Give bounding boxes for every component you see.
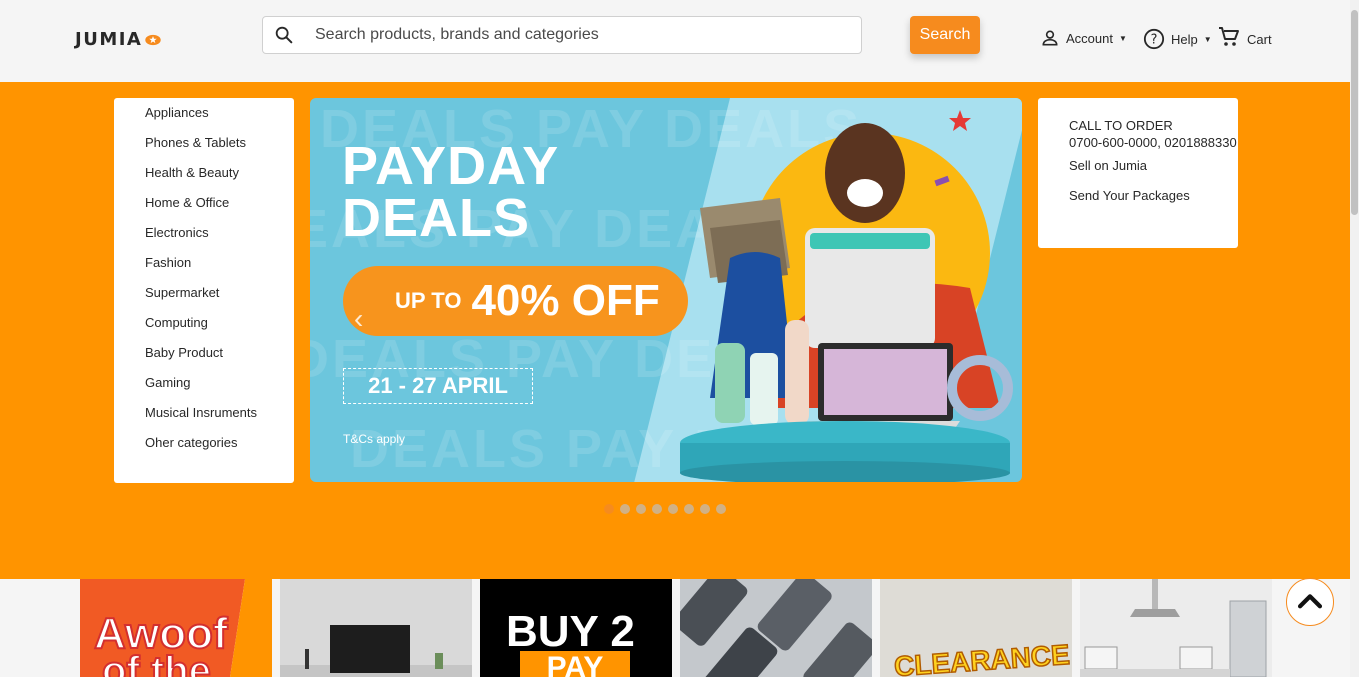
hero-section: Appliances Phones & Tablets Health & Bea… — [0, 82, 1350, 579]
chevron-up-icon — [1297, 594, 1323, 609]
send-packages-link[interactable]: Send Your Packages — [1069, 187, 1238, 204]
tile-awoof-label2: of the — [101, 648, 212, 677]
tile-awoof[interactable]: Awoof of the — [80, 579, 272, 677]
category-item-fashion[interactable]: Fashion — [114, 255, 294, 285]
banner-dates: 21 - 27 APRIL — [343, 368, 533, 404]
category-item-home-office[interactable]: Home & Office — [114, 195, 294, 225]
tile-kitchen-image — [1080, 579, 1272, 677]
category-item-electronics[interactable]: Electronics — [114, 225, 294, 255]
carousel-prev-arrow[interactable]: ‹ — [354, 303, 363, 335]
tile-buy2-label2: PAY — [520, 651, 630, 677]
category-item-phones-tablets[interactable]: Phones & Tablets — [114, 135, 294, 165]
account-menu[interactable]: Account ▼ — [1040, 28, 1127, 48]
carousel-dot[interactable] — [636, 504, 646, 514]
category-item-other[interactable]: Oher categories — [114, 435, 294, 465]
cart-link[interactable]: Cart — [1217, 25, 1272, 49]
sell-on-jumia-link[interactable]: Sell on Jumia — [1069, 157, 1238, 174]
carousel-dots — [604, 504, 726, 514]
category-item-baby-product[interactable]: Baby Product — [114, 345, 294, 375]
carousel-dot[interactable] — [604, 504, 614, 514]
category-item-supermarket[interactable]: Supermarket — [114, 285, 294, 315]
tile-clearance-label: CLEARANCE — [892, 638, 1071, 677]
promo-banner[interactable]: DEALS PAY DEALS DEALS PAY DEALS DEALS PA… — [310, 98, 1022, 482]
banner-product-illustration — [680, 110, 1013, 482]
svg-text:?: ? — [1151, 33, 1158, 48]
carousel-dot[interactable] — [652, 504, 662, 514]
caret-down-icon: ▼ — [1203, 34, 1212, 44]
tile-buy2[interactable]: BUY 2 PAY — [480, 579, 672, 677]
carousel-dot[interactable] — [668, 504, 678, 514]
cart-label: Cart — [1247, 31, 1272, 47]
tile-tv-image — [280, 579, 472, 677]
page-scrollbar[interactable] — [1350, 0, 1359, 677]
carousel-dot[interactable] — [684, 504, 694, 514]
search-button[interactable]: Search — [910, 16, 980, 54]
tile-tv[interactable] — [280, 579, 472, 677]
caret-down-icon: ▼ — [1118, 33, 1127, 43]
banner-title-line2: DEALS — [342, 188, 531, 248]
search-input[interactable] — [315, 26, 815, 44]
search-icon — [275, 26, 293, 44]
tile-buy2-label: BUY 2 — [506, 607, 635, 656]
category-item-musical-instruments[interactable]: Musical Insruments — [114, 405, 294, 435]
phone-numbers: 0700-600-0000, 0201888330 — [1069, 135, 1237, 150]
tile-phones-image — [680, 579, 872, 677]
carousel-dot[interactable] — [700, 504, 710, 514]
site-header: JUMIA Search Account ▼ ? Help ▼ — [0, 0, 1350, 82]
account-icon — [1042, 30, 1058, 46]
call-to-order-label: CALL TO ORDER — [1069, 118, 1173, 133]
category-menu: Appliances Phones & Tablets Health & Bea… — [114, 98, 294, 483]
banner-title: PAYDAY DEALS — [342, 136, 560, 248]
category-item-appliances[interactable]: Appliances — [114, 105, 294, 135]
banner-title-line1: PAYDAY — [342, 136, 560, 196]
up-to-label: UP TO — [395, 288, 462, 313]
discount-pill: UP TO 40% OFF — [343, 266, 688, 336]
carousel-dot[interactable] — [620, 504, 630, 514]
promo-tiles: Awoof of the BUY 2 PAY CLEARANCE — [80, 579, 1280, 677]
category-item-health-beauty[interactable]: Health & Beauty — [114, 165, 294, 195]
cart-icon — [1219, 27, 1239, 46]
category-item-gaming[interactable]: Gaming — [114, 375, 294, 405]
logo-text: JUMIA — [75, 29, 143, 50]
info-card: CALL TO ORDER 0700-600-0000, 0201888330 … — [1038, 98, 1238, 248]
help-label: Help — [1171, 31, 1198, 47]
account-label: Account — [1066, 30, 1113, 46]
tile-phones[interactable] — [680, 579, 872, 677]
jumia-logo[interactable]: JUMIA — [75, 29, 162, 50]
scroll-to-top-button[interactable] — [1286, 578, 1334, 626]
tile-clearance[interactable]: CLEARANCE — [880, 579, 1072, 677]
discount-label: 40% OFF — [471, 276, 660, 325]
help-icon: ? — [1143, 28, 1165, 50]
tile-kitchen[interactable] — [1080, 579, 1272, 677]
scrollbar-thumb[interactable] — [1351, 10, 1358, 215]
logo-star-icon — [145, 34, 162, 45]
banner-terms: T&Cs apply — [343, 432, 406, 446]
carousel-dot[interactable] — [716, 504, 726, 514]
help-menu[interactable]: ? Help ▼ — [1143, 28, 1212, 50]
search-bar — [262, 16, 862, 54]
category-item-computing[interactable]: Computing — [114, 315, 294, 345]
